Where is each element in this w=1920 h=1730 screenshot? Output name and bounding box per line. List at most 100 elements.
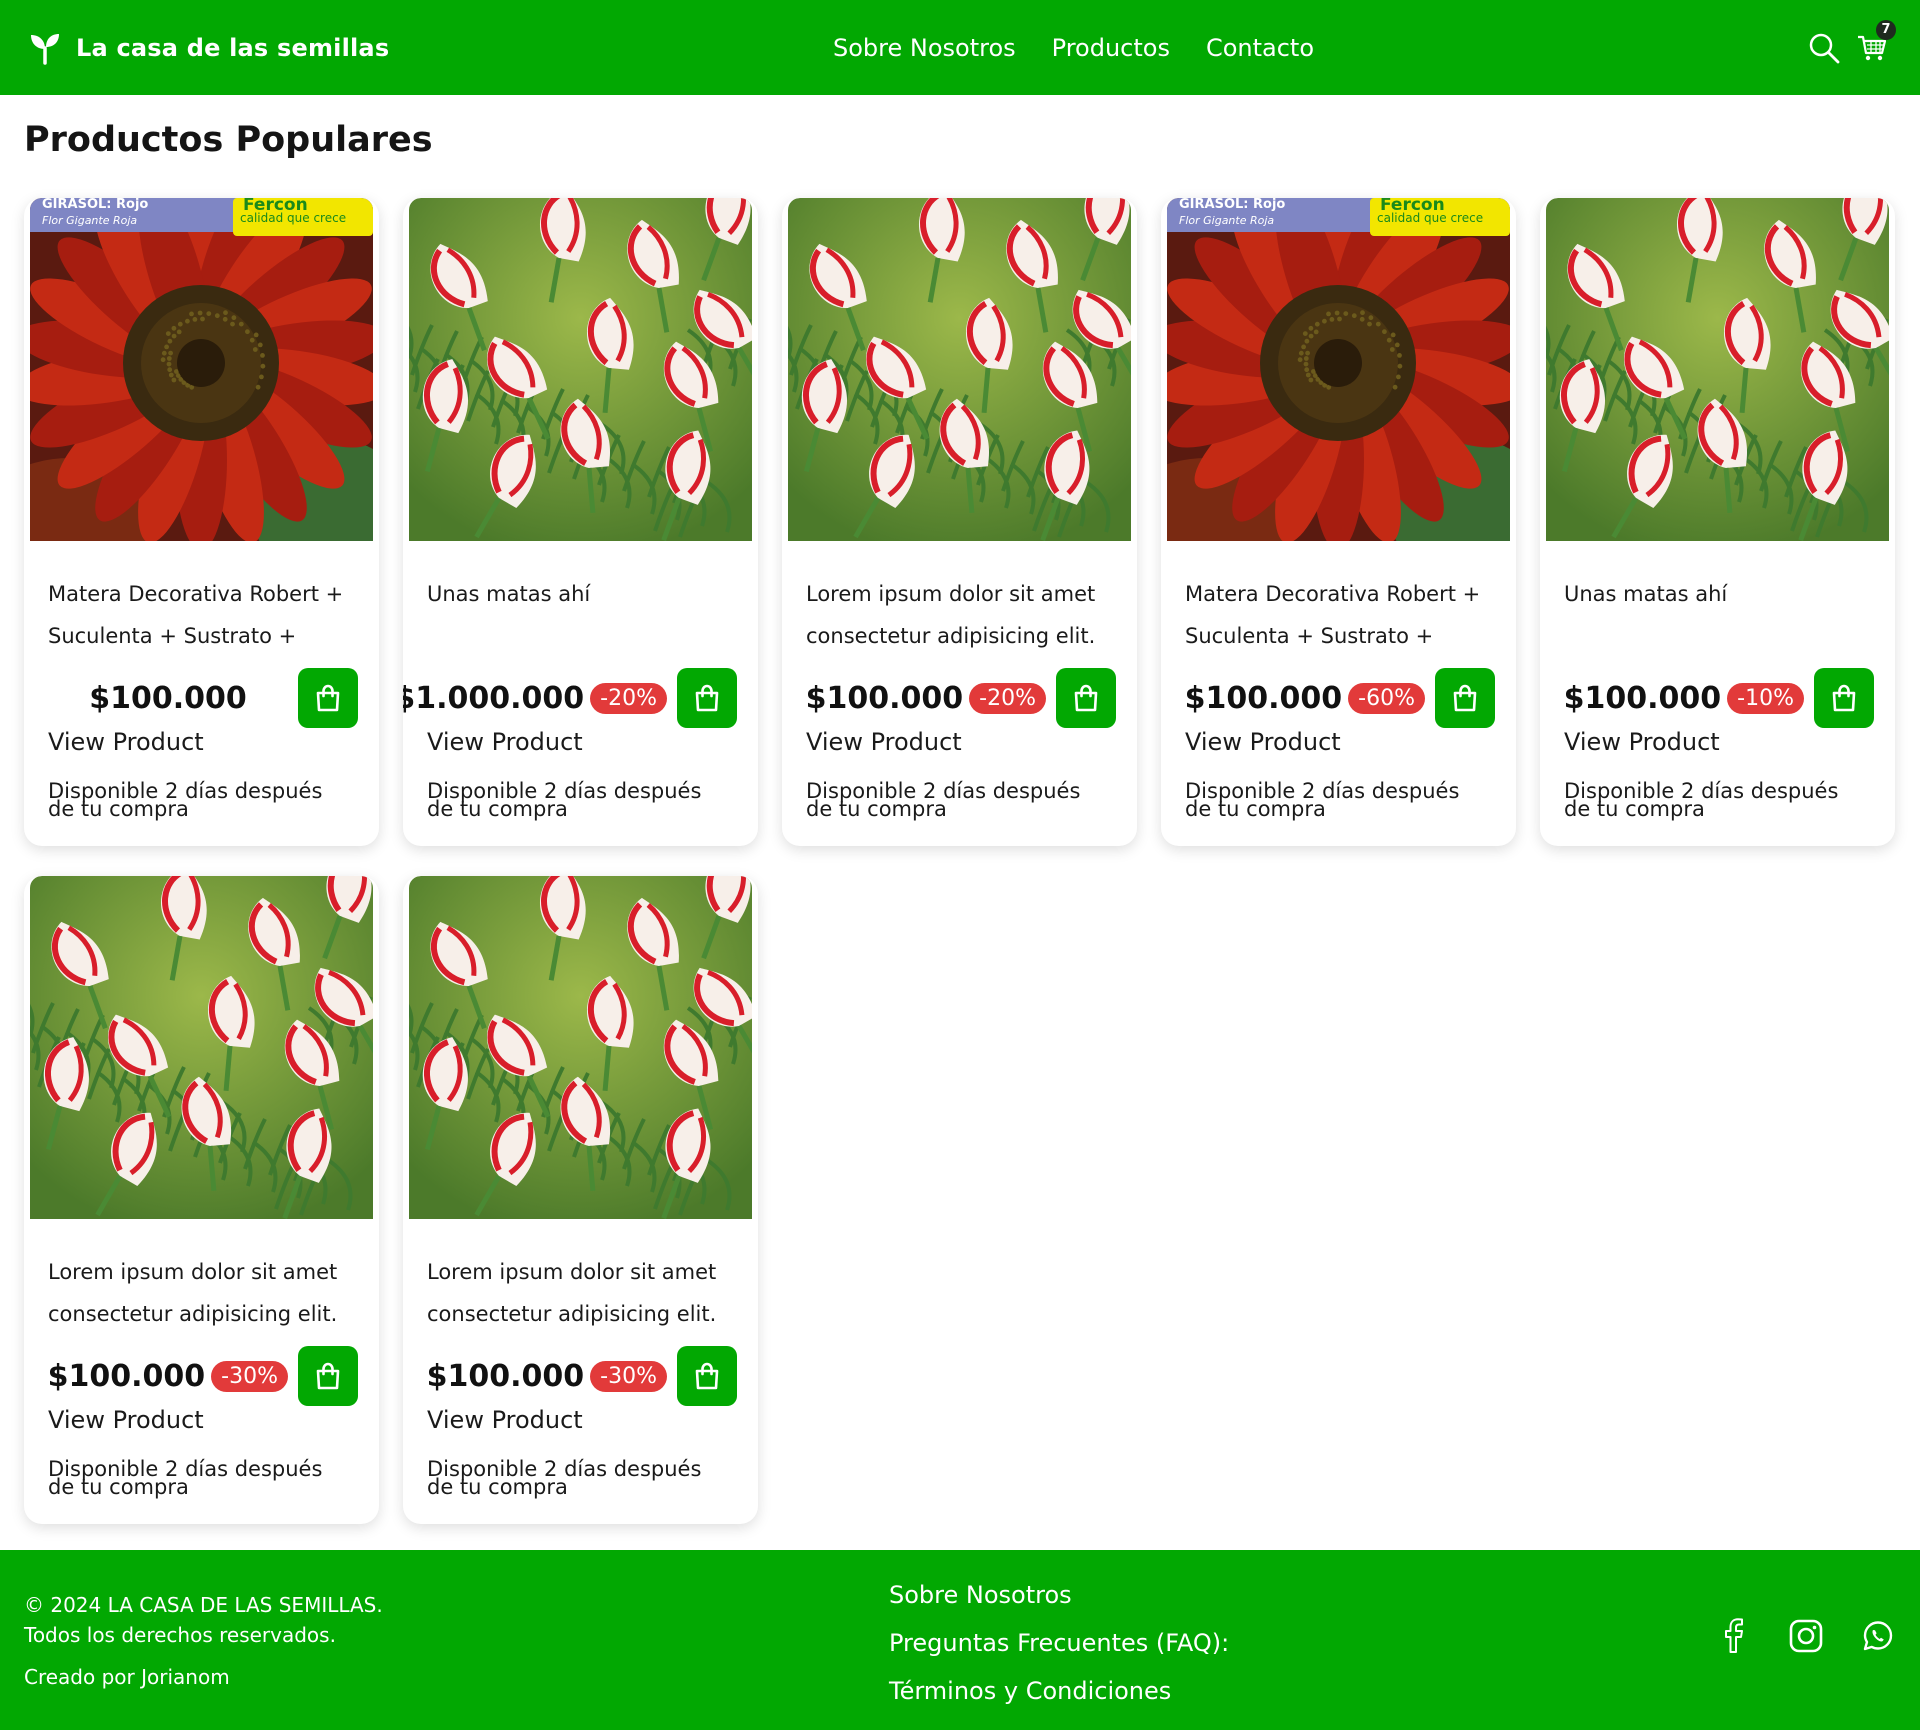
product-price: $100.000	[805, 680, 964, 716]
add-to-cart-button[interactable]	[1056, 668, 1116, 728]
product-grid: GIRASOL: Rojo Flor Gigante Roja Fercon c…	[24, 198, 1896, 1524]
nav-sobre-nosotros[interactable]: Sobre Nosotros	[833, 34, 1016, 62]
product-price: $100.000	[1184, 680, 1343, 716]
product-card[interactable]: Unas matas ahí $1.000.000 -20% View Prod…	[403, 198, 758, 846]
footer-info: © 2024 LA CASA DE LAS SEMILLAS. Todos lo…	[24, 1590, 383, 1692]
add-to-cart-button[interactable]	[1435, 668, 1495, 728]
product-image-wrapper[interactable]	[409, 876, 752, 1219]
facebook-link[interactable]	[1716, 1618, 1752, 1654]
product-name: Matera Decorativa Robert + Suculenta + S…	[1185, 582, 1481, 648]
add-to-cart-button[interactable]	[677, 668, 737, 728]
price-row: $100.000 -30%	[48, 1346, 358, 1406]
package-title: GIRASOL: Rojo	[1179, 198, 1285, 212]
whatsapp-icon	[1863, 1621, 1893, 1651]
product-image-wrapper[interactable]	[409, 198, 752, 541]
nav-contacto[interactable]: Contacto	[1206, 34, 1314, 62]
view-product-link[interactable]: View Product	[1185, 728, 1341, 756]
availability-text: Disponible 2 días después de tu compra	[427, 1457, 702, 1499]
brand-logo[interactable]: La casa de las semillas	[28, 0, 389, 95]
view-product-link[interactable]: View Product	[427, 1406, 583, 1434]
price-group: $100.000 -30%	[48, 1359, 288, 1394]
shopping-bag-icon	[695, 684, 719, 712]
view-product-link[interactable]: View Product	[1564, 728, 1720, 756]
product-card[interactable]: GIRASOL: Rojo Flor Gigante Roja Fercon c…	[1161, 198, 1516, 846]
facebook-icon	[1725, 1618, 1743, 1653]
add-to-cart-button[interactable]	[298, 1346, 358, 1406]
price-group: $100.000	[48, 681, 288, 716]
shopping-bag-icon	[1074, 684, 1098, 712]
price-group: $100.000 -30%	[427, 1359, 667, 1394]
footer-link-terminos[interactable]: Términos y Condiciones	[889, 1674, 1229, 1708]
price-group: $100.000 -10%	[1564, 681, 1804, 716]
site-footer: © 2024 LA CASA DE LAS SEMILLAS. Todos lo…	[0, 1550, 1920, 1730]
product-card[interactable]: Lorem ipsum dolor sit amet consectetur a…	[24, 876, 379, 1524]
shopping-bag-icon	[1832, 684, 1856, 712]
product-image-wrapper[interactable]	[1546, 198, 1889, 541]
package-slogan: calidad que crece	[1377, 211, 1483, 225]
view-product-link[interactable]: View Product	[806, 728, 962, 756]
product-name: Unas matas ahí	[1564, 582, 1728, 606]
instagram-link[interactable]	[1788, 1618, 1824, 1654]
footer-link-faq[interactable]: Preguntas Frecuentes (FAQ):	[889, 1626, 1229, 1660]
main-nav: Sobre Nosotros Productos Contacto	[833, 0, 1314, 95]
view-product-link[interactable]: View Product	[48, 728, 204, 756]
footer-rights: Todos los derechos reservados.	[24, 1623, 336, 1647]
price-group: $1.000.000 -20%	[403, 681, 667, 716]
discount-badge: -30%	[590, 1360, 667, 1392]
product-image-wrapper[interactable]	[30, 876, 373, 1219]
product-price: $100.000	[89, 680, 247, 716]
site-header: La casa de las semillas Sobre Nosotros P…	[0, 0, 1920, 95]
add-to-cart-button[interactable]	[677, 1346, 737, 1406]
package-subtitle: Flor Gigante Roja	[1179, 214, 1274, 227]
availability-text: Disponible 2 días después de tu compra	[48, 1457, 323, 1499]
view-product-link[interactable]: View Product	[48, 1406, 204, 1434]
product-image: GIRASOL: Rojo Flor Gigante Roja Fercon c…	[1167, 198, 1510, 541]
shopping-bag-icon	[1453, 684, 1477, 712]
add-to-cart-button[interactable]	[298, 668, 358, 728]
package-subtitle: Flor Gigante Roja	[42, 214, 137, 227]
footer-made-by: Creado por Jorianom	[24, 1665, 230, 1689]
add-to-cart-button[interactable]	[1814, 668, 1874, 728]
product-image	[1546, 198, 1889, 541]
availability-text: Disponible 2 días después de tu compra	[806, 779, 1081, 821]
product-card[interactable]: Lorem ipsum dolor sit amet consectetur a…	[403, 876, 758, 1524]
product-name: Lorem ipsum dolor sit amet consectetur a…	[427, 1260, 717, 1326]
price-row: $100.000	[48, 668, 358, 728]
shopping-bag-icon	[316, 684, 340, 712]
product-card[interactable]: GIRASOL: Rojo Flor Gigante Roja Fercon c…	[24, 198, 379, 846]
product-name: Unas matas ahí	[427, 582, 591, 606]
price-group: $100.000 -60%	[1185, 681, 1425, 716]
package-title: GIRASOL: Rojo	[42, 198, 148, 212]
footer-links: Sobre Nosotros Preguntas Frecuentes (FAQ…	[889, 1578, 1229, 1708]
price-row: $100.000 -20%	[806, 668, 1116, 728]
search-button[interactable]	[1806, 30, 1842, 66]
discount-badge: -10%	[1727, 682, 1804, 714]
header-actions: 7	[1806, 0, 1896, 95]
product-image-wrapper[interactable]	[788, 198, 1131, 541]
availability-text: Disponible 2 días después de tu compra	[48, 779, 323, 821]
footer-link-sobre-nosotros[interactable]: Sobre Nosotros	[889, 1578, 1229, 1612]
product-price: $100.000	[47, 1358, 206, 1394]
availability-text: Disponible 2 días después de tu compra	[427, 779, 702, 821]
shopping-bag-icon	[316, 1362, 340, 1390]
social-links	[1716, 1618, 1896, 1654]
product-card[interactable]: Lorem ipsum dolor sit amet consectetur a…	[782, 198, 1137, 846]
product-card[interactable]: Unas matas ahí $100.000 -10% View Produc…	[1540, 198, 1895, 846]
whatsapp-link[interactable]	[1860, 1618, 1896, 1654]
price-group: $100.000 -20%	[806, 681, 1046, 716]
product-image	[30, 876, 373, 1219]
brand-name: La casa de las semillas	[76, 33, 390, 62]
section-title: Productos Populares	[24, 120, 433, 160]
view-product-link[interactable]: View Product	[427, 728, 583, 756]
availability-text: Disponible 2 días después de tu compra	[1564, 779, 1839, 821]
footer-copyright: © 2024 LA CASA DE LAS SEMILLAS.	[24, 1593, 383, 1617]
nav-productos[interactable]: Productos	[1052, 34, 1170, 62]
package-slogan: calidad que crece	[240, 211, 346, 225]
product-image	[409, 198, 752, 541]
price-row: $100.000 -30%	[427, 1346, 737, 1406]
product-name: Matera Decorativa Robert + Suculenta + S…	[48, 582, 344, 648]
product-image-wrapper[interactable]: GIRASOL: Rojo Flor Gigante Roja Fercon c…	[1167, 198, 1510, 541]
product-price: $100.000	[426, 1358, 585, 1394]
product-image-wrapper[interactable]: GIRASOL: Rojo Flor Gigante Roja Fercon c…	[30, 198, 373, 541]
cart-button[interactable]: 7	[1854, 19, 1896, 66]
